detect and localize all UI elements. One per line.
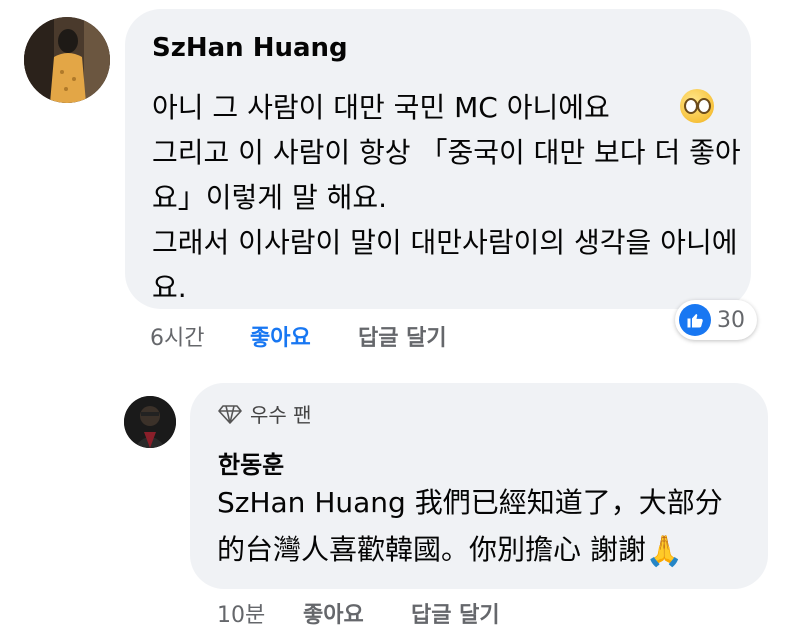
comment-text-content: 아니 그 사람이 대만 국민 MC 아니에요 그리고 이 사람이 항상 「중국이… xyxy=(152,91,741,304)
rolling-eyes-emoji-icon xyxy=(680,89,714,123)
badge-label: 우수 팬 xyxy=(250,403,312,427)
reply-button[interactable]: 답글 달기 xyxy=(358,320,447,352)
reply-avatar[interactable] xyxy=(124,396,176,448)
thumbs-up-icon xyxy=(679,304,711,336)
reply-bubble: 우수 팬 한동훈 SzHan Huang 我們已經知道了，大部分的台灣人喜歡韓國… xyxy=(190,383,768,589)
reaction-summary[interactable]: 30 xyxy=(675,300,757,340)
folded-hands-emoji-icon: 🙏 xyxy=(645,534,684,569)
reaction-count: 30 xyxy=(717,307,745,333)
reply-like-button[interactable]: 좋아요 xyxy=(303,597,364,629)
reply-time[interactable]: 10분 xyxy=(217,597,265,629)
reply-text: SzHan Huang 我們已經知道了，大部分的台灣人喜歡韓國。你別擔心 謝謝🙏 xyxy=(217,479,737,575)
comment-time[interactable]: 6시간 xyxy=(150,320,204,352)
avatar[interactable] xyxy=(24,17,110,103)
reply-reply-button[interactable]: 답글 달기 xyxy=(411,597,500,629)
top-fan-badge[interactable]: 우수 팬 xyxy=(218,399,312,428)
comment-text: 아니 그 사람이 대만 국민 MC 아니에요 그리고 이 사람이 항상 「중국이… xyxy=(152,85,742,310)
reply-author[interactable]: 한동훈 xyxy=(218,445,284,480)
diamond-icon xyxy=(218,404,242,424)
like-button[interactable]: 좋아요 xyxy=(250,320,311,352)
comment-author[interactable]: SzHan Huang xyxy=(152,33,348,63)
comment-bubble: SzHan Huang 아니 그 사람이 대만 국민 MC 아니에요 그리고 이… xyxy=(125,9,751,309)
